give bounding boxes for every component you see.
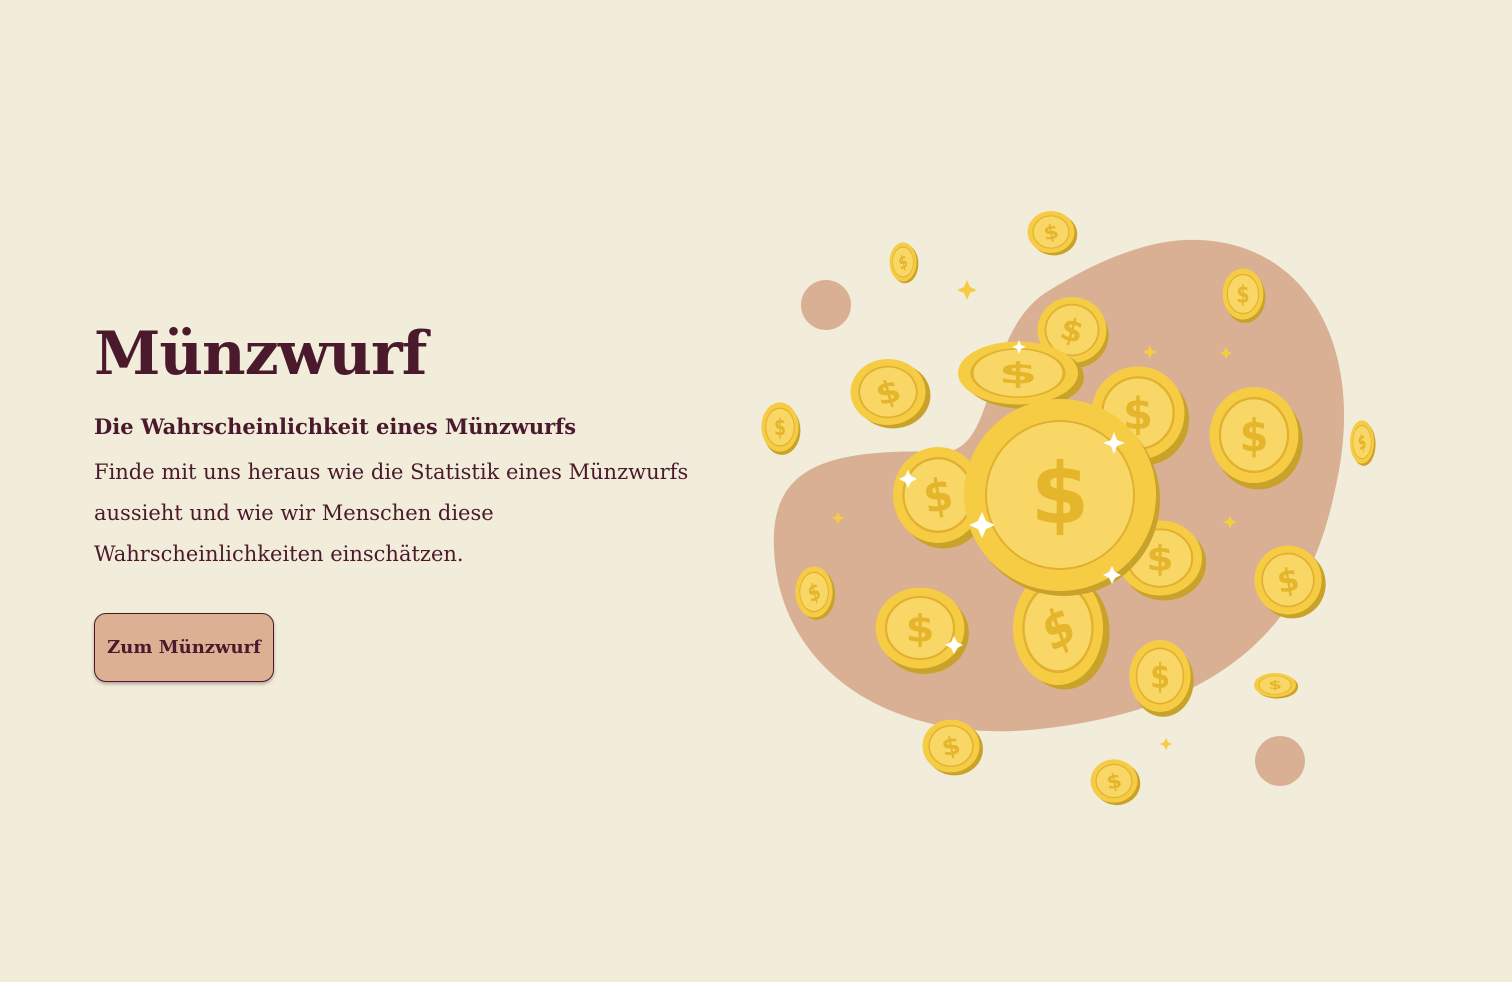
coin-icon xyxy=(1346,414,1379,472)
coin-icon xyxy=(885,235,923,290)
hero-subtitle: Die Wahrscheinlichkeit eines Münzwurfs xyxy=(94,414,577,439)
hero-description: Finde mit uns heraus wie die Statistik e… xyxy=(94,460,689,566)
svg-text:$: $ xyxy=(1031,445,1089,543)
coin-icon xyxy=(1023,206,1082,260)
coin-icon xyxy=(1253,672,1299,700)
landing-page: Münzwurf Die Wahrscheinlichkeit eines Mü… xyxy=(0,0,1512,982)
coin-icon xyxy=(1086,755,1145,810)
hero-section: Münzwurf Die Wahrscheinlichkeit eines Mü… xyxy=(94,318,734,575)
page-title: Münzwurf xyxy=(94,319,427,389)
decor-circle-bottom xyxy=(1255,736,1305,786)
coin-icon xyxy=(841,349,940,438)
decor-circle-top xyxy=(801,280,851,330)
coin-icon xyxy=(760,401,802,456)
start-coin-toss-button[interactable]: Zum Münzwurf xyxy=(94,613,274,682)
coins-illustration: $ xyxy=(760,206,1379,810)
